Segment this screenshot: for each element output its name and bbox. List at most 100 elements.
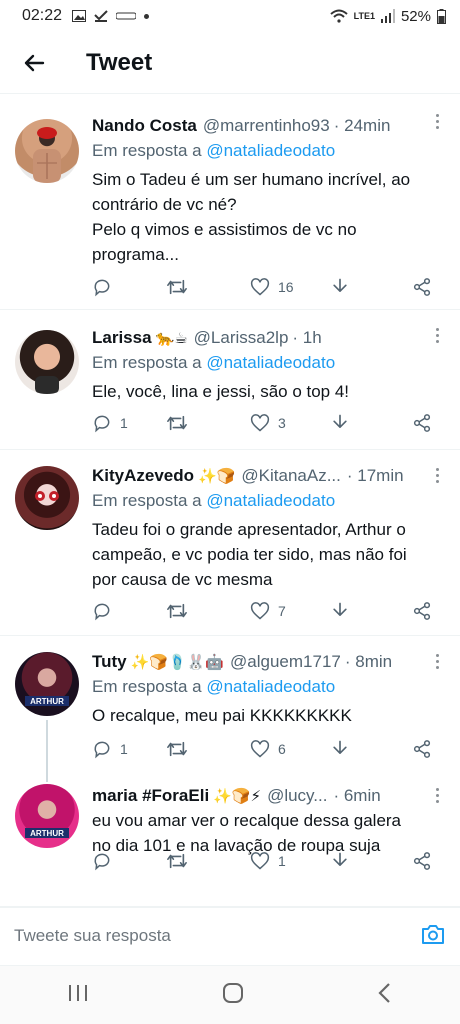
author-name[interactable]: KityAzevedo [92, 466, 194, 486]
share-button[interactable] [412, 601, 432, 621]
camera-button[interactable] [420, 922, 446, 951]
tweet-actions: 16 [92, 272, 432, 302]
author-name[interactable]: Nando Costa [92, 116, 197, 136]
retweet-button[interactable] [166, 601, 250, 621]
tweet-actions: 1 3 [92, 408, 432, 438]
save-button[interactable] [330, 413, 400, 433]
like-count: 16 [278, 279, 294, 295]
reply-button[interactable] [92, 851, 166, 871]
tweet-time: · 24min [333, 116, 391, 135]
app-icon [116, 12, 137, 20]
tweet-text: Ele, você, lina e jessi, são o top 4! [92, 382, 350, 401]
like-button[interactable]: 7 [250, 601, 330, 621]
tweet-text: Sim o Tadeu é um ser humano incrível, ao… [92, 167, 422, 267]
avatar-doll-icon [35, 491, 59, 501]
heart-icon [250, 278, 270, 296]
avatar[interactable] [15, 330, 79, 394]
share-button[interactable] [412, 739, 432, 759]
save-button[interactable] [330, 851, 400, 871]
share-button[interactable] [412, 277, 432, 297]
system-back-button[interactable] [377, 982, 393, 1009]
reply-mention[interactable]: @nataliadeodato [206, 353, 335, 372]
reply-context: Em resposta a @nataliadeodato [92, 141, 422, 161]
retweet-button[interactable] [166, 851, 250, 871]
reply-mention[interactable]: @nataliadeodato [206, 677, 335, 696]
author-handle[interactable]: @lucy... [267, 786, 327, 806]
reply-prefix: Em resposta a [92, 677, 202, 696]
reply-button[interactable] [92, 601, 166, 621]
author-handle[interactable]: @KitanaAz... [241, 466, 340, 486]
tweet-item[interactable]: KityAzevedo ✨🍞 @KitanaAz... · 17min Em r… [0, 450, 460, 636]
retweet-icon [167, 603, 187, 619]
gallery-icon [72, 10, 87, 22]
retweet-button[interactable] [166, 413, 250, 433]
check-download-icon [94, 10, 108, 22]
more-options-icon[interactable] [436, 788, 440, 806]
tweet-actions: 1 6 [92, 734, 432, 764]
author-handle[interactable]: @marrentinho93 [203, 116, 330, 136]
like-button[interactable]: 1 [250, 851, 330, 871]
home-button[interactable] [222, 982, 244, 1009]
avatar[interactable] [15, 466, 79, 530]
reply-icon [94, 279, 110, 297]
save-button[interactable] [330, 601, 400, 621]
avatar-badge-icon: ARTHUR [25, 828, 69, 838]
save-button[interactable] [330, 277, 400, 297]
avatar[interactable]: ARTHUR [15, 784, 79, 848]
chevron-left-icon [378, 982, 391, 1003]
tweet-item[interactable]: ARTHUR Tuty ✨🍞🩴🐰🤖 @alguem1717 · 8min Em … [0, 636, 460, 782]
heart-icon [250, 852, 270, 870]
share-button[interactable] [412, 413, 432, 433]
heart-icon [250, 740, 270, 758]
reply-button[interactable] [92, 277, 166, 297]
author-handle[interactable]: @alguem1717 [230, 652, 341, 672]
thread-connector [46, 720, 48, 782]
tweet-item[interactable]: ARTHUR maria #ForaEli ✨🍞⚡ @lucy... · 6mi… [0, 774, 460, 908]
retweet-button[interactable] [166, 277, 250, 297]
reply-composer[interactable]: Tweete sua resposta [0, 906, 460, 966]
name-emojis: ✨🍞 [198, 468, 236, 485]
avatar[interactable] [15, 119, 79, 183]
author-handle[interactable]: @Larissa2lp [194, 328, 289, 348]
share-button[interactable] [412, 851, 432, 871]
more-options-icon[interactable] [436, 468, 440, 486]
back-button[interactable] [10, 39, 58, 87]
more-options-icon[interactable] [436, 114, 440, 132]
tweet-text-content: Sim o Tadeu é um ser humano incrível, ao… [92, 170, 411, 264]
download-icon [333, 414, 347, 428]
reply-prefix: Em resposta a [92, 141, 202, 160]
reply-prefix: Em resposta a [92, 353, 202, 372]
notification-dot [144, 13, 150, 19]
reply-mention[interactable]: @nataliadeodato [206, 141, 335, 160]
signal-icon [380, 9, 395, 23]
more-options-icon[interactable] [436, 654, 440, 672]
avatar-badge-icon: ARTHUR [25, 696, 69, 706]
tweet-item[interactable]: Larissa 🐆☕ @Larissa2lp · 1h Em resposta … [0, 310, 460, 450]
download-icon [333, 740, 347, 754]
like-button[interactable]: 3 [250, 413, 330, 433]
more-options-icon[interactable] [436, 328, 440, 346]
network-label: LTE1 [353, 11, 375, 21]
avatar[interactable]: ARTHUR [15, 652, 79, 716]
reply-button[interactable]: 1 [92, 739, 166, 759]
author-name[interactable]: Larissa [92, 328, 152, 348]
like-button[interactable]: 16 [250, 277, 330, 297]
recent-apps-button[interactable] [67, 983, 89, 1008]
retweet-icon [167, 279, 187, 295]
tweet-time: · 8min [344, 652, 393, 671]
like-count: 3 [278, 415, 286, 431]
reply-mention[interactable]: @nataliadeodato [206, 491, 335, 510]
like-button[interactable]: 6 [250, 739, 330, 759]
tweet-time: · 1h [292, 328, 322, 347]
author-name[interactable]: Tuty [92, 652, 127, 672]
reply-context: Em resposta a @nataliadeodato [92, 677, 422, 697]
save-button[interactable] [330, 739, 400, 759]
avatar-figure-icon [35, 376, 59, 394]
author-name[interactable]: maria #ForaEli [92, 786, 209, 806]
tweet-item[interactable]: Nando Costa @marrentinho93 · 24min Em re… [0, 96, 460, 310]
reply-input-placeholder[interactable]: Tweete sua resposta [14, 926, 171, 946]
retweet-icon [167, 741, 187, 757]
retweet-button[interactable] [166, 739, 250, 759]
share-icon [413, 602, 431, 620]
reply-button[interactable]: 1 [92, 413, 166, 433]
